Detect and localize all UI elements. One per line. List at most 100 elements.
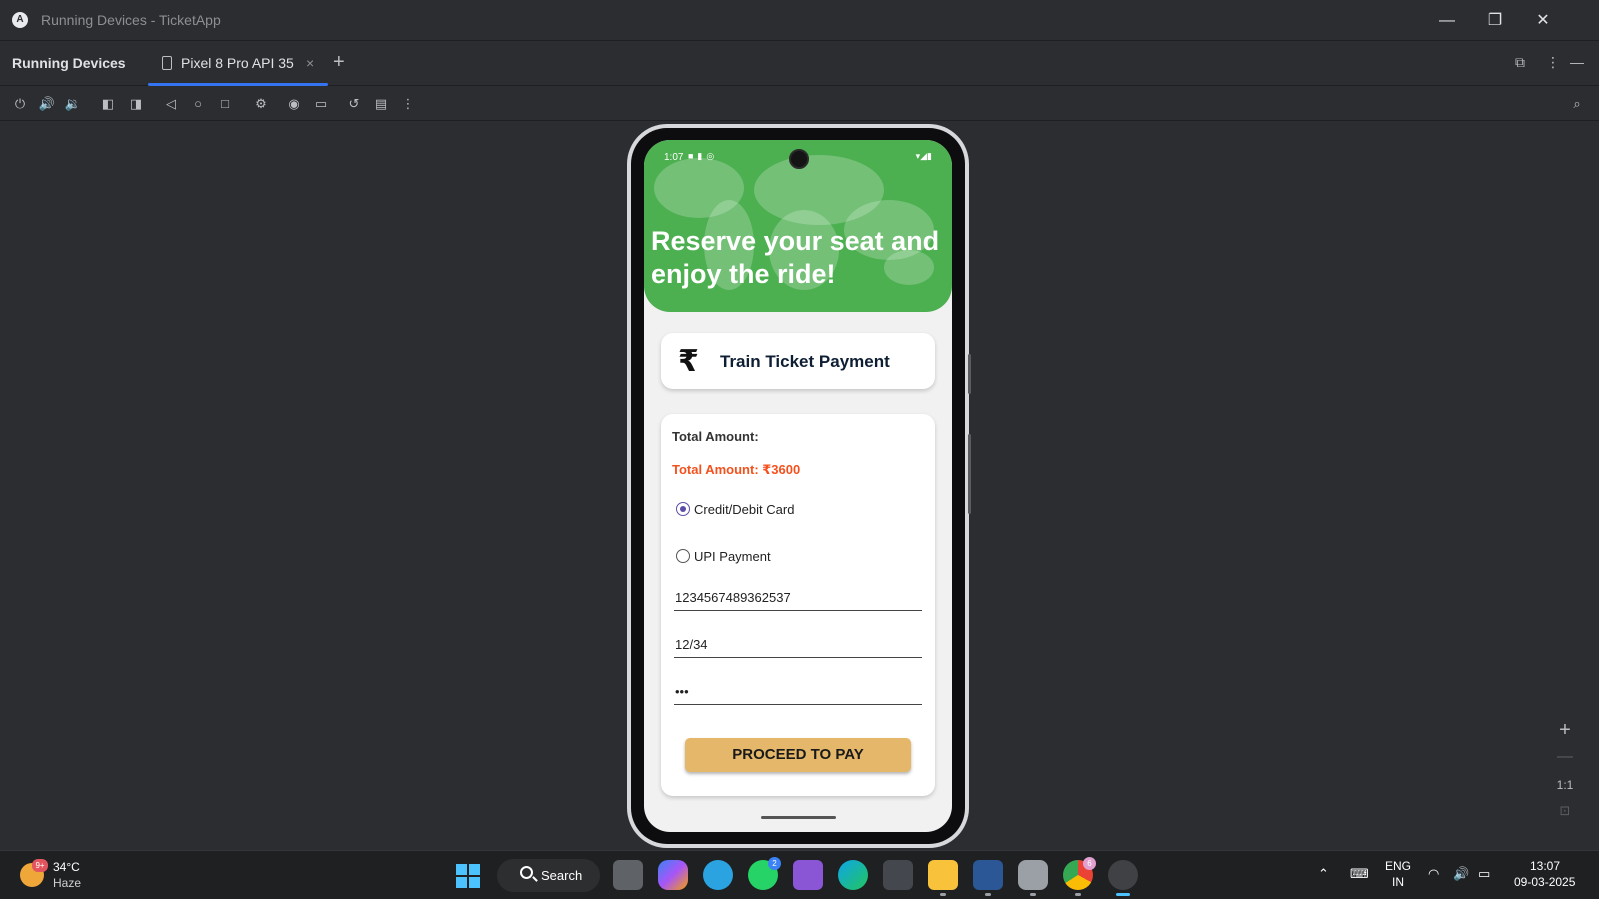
restore-panel-icon[interactable]: ⧉ xyxy=(1515,54,1525,71)
screen-record-icon[interactable]: ▭ xyxy=(311,94,331,114)
running-indicator xyxy=(1030,893,1036,896)
tab-bar: Running Devices Pixel 8 Pro API 35 × + ⧉… xyxy=(0,42,1599,86)
windows-taskbar: 9+ 34°C Haze Search 2 6 ⌃ ⌨ ENG IN ◠ 🔊 ▭… xyxy=(0,850,1599,899)
word-icon[interactable] xyxy=(973,860,1003,890)
hero-banner: 1:07 ■▮◎ ▾◢▮ Reserve your seat and enjoy… xyxy=(644,140,952,312)
cvv-field[interactable]: ••• xyxy=(674,681,922,705)
taskbar-search[interactable]: Search xyxy=(497,859,600,892)
minimize-button[interactable]: — xyxy=(1434,8,1460,34)
speaker-icon[interactable]: 🔊 xyxy=(1453,866,1469,882)
search-icon xyxy=(520,866,533,879)
rupee-icon: ₹ xyxy=(678,345,699,378)
layout-inspector-icon[interactable]: ⌕ xyxy=(1567,94,1587,114)
home-icon[interactable]: ○ xyxy=(188,94,208,114)
device-icon xyxy=(162,56,172,70)
radio-button[interactable] xyxy=(676,549,690,563)
close-tab-icon[interactable]: × xyxy=(306,55,314,71)
front-camera xyxy=(789,149,809,169)
hero-title: Reserve your seat and enjoy the ride! xyxy=(651,226,940,289)
power-side-button xyxy=(968,354,971,394)
weather-condition[interactable]: Haze xyxy=(53,876,81,890)
phone-screen[interactable]: 1:07 ■▮◎ ▾◢▮ Reserve your seat and enjoy… xyxy=(644,140,952,832)
radio-label: Credit/Debit Card xyxy=(694,502,795,517)
temperature[interactable]: 34°C xyxy=(53,860,80,874)
keyboard-icon[interactable]: ⌨ xyxy=(1350,866,1369,882)
options-icon[interactable]: ⋮ xyxy=(1546,54,1560,71)
back-icon[interactable]: ◁ xyxy=(161,94,181,114)
chevron-up-icon[interactable]: ⌃ xyxy=(1318,866,1329,882)
payment-title-card: ₹ Train Ticket Payment xyxy=(661,333,935,389)
overview-icon[interactable]: □ xyxy=(215,94,235,114)
hide-panel-icon[interactable]: — xyxy=(1570,54,1584,70)
chrome-badge: 6 xyxy=(1083,857,1096,870)
restore-button[interactable]: ❐ xyxy=(1482,8,1508,34)
radio-button-selected[interactable] xyxy=(676,502,690,516)
payment-title: Train Ticket Payment xyxy=(720,352,890,371)
whatsapp-badge: 2 xyxy=(768,857,781,870)
screenshot-icon[interactable]: ◉ xyxy=(284,94,304,114)
volume-side-button xyxy=(968,434,971,514)
clock-date[interactable]: 09-03-2025 xyxy=(1514,875,1575,889)
zoom-in-button[interactable]: + xyxy=(1552,719,1578,741)
volume-up-icon[interactable]: 🔊 xyxy=(37,94,57,114)
search-label: Search xyxy=(541,868,583,883)
phone-frame: 1:07 ■▮◎ ▾◢▮ Reserve your seat and enjoy… xyxy=(627,124,971,848)
battery-icon[interactable]: ▭ xyxy=(1478,866,1490,882)
rotate-right-icon[interactable]: ◨ xyxy=(126,94,146,114)
device-toolbar: ⏻ 🔊 🔉 ◧ ◨ ◁ ○ □ ⚙ ◉ ▭ ↺ ▤ ⋮ ⌕ xyxy=(0,87,1599,121)
android-studio-taskbar-icon[interactable] xyxy=(1108,860,1138,890)
title-bar: A Running Devices - TicketApp — ❐ ✕ xyxy=(0,0,1599,41)
close-window-button[interactable]: ✕ xyxy=(1530,8,1556,34)
terminal-icon[interactable] xyxy=(883,860,913,890)
file-explorer-icon[interactable] xyxy=(928,860,958,890)
database-icon[interactable] xyxy=(1018,860,1048,890)
gesture-home-bar[interactable] xyxy=(761,816,836,819)
card-number-field[interactable]: 1234567489362537 xyxy=(674,587,922,611)
radio-label: UPI Payment xyxy=(694,549,771,564)
more-icon[interactable]: ⋮ xyxy=(398,94,418,114)
signal-battery-icons: ▾◢▮ xyxy=(915,151,932,161)
android-studio-icon: A xyxy=(12,12,28,28)
device-settings-icon[interactable]: ⚙ xyxy=(251,94,271,114)
wifi-icon[interactable]: ◠ xyxy=(1428,866,1439,882)
weather-badge: 9+ xyxy=(32,859,48,872)
clock-time[interactable]: 13:07 xyxy=(1530,859,1560,873)
tab-label: Pixel 8 Pro API 35 xyxy=(181,55,294,71)
add-device-button[interactable]: + xyxy=(333,51,345,74)
reset-icon[interactable]: ↺ xyxy=(344,94,364,114)
status-time: 1:07 xyxy=(664,152,684,163)
cvv-value: ••• xyxy=(675,684,689,699)
active-tab-indicator xyxy=(148,83,328,86)
actual-size-button[interactable]: 1:1 xyxy=(1552,774,1578,796)
phone-bezel: 1:07 ■▮◎ ▾◢▮ Reserve your seat and enjoy… xyxy=(631,128,965,844)
region-indicator[interactable]: IN xyxy=(1392,875,1404,889)
language-indicator[interactable]: ENG xyxy=(1385,859,1411,873)
tab-pixel-8-pro[interactable]: Pixel 8 Pro API 35 × xyxy=(148,42,328,86)
expiry-value: 12/34 xyxy=(675,637,708,652)
panel-title: Running Devices xyxy=(12,55,126,71)
copilot-icon[interactable] xyxy=(658,860,688,890)
power-icon[interactable]: ⏻ xyxy=(10,94,30,114)
running-indicator xyxy=(940,893,946,896)
task-view-icon[interactable] xyxy=(613,860,643,890)
proceed-to-pay-button[interactable]: PROCEED TO PAY xyxy=(685,738,911,772)
volume-down-icon[interactable]: 🔉 xyxy=(63,94,83,114)
active-app-indicator xyxy=(1116,893,1130,896)
card-number-value: 1234567489362537 xyxy=(675,590,791,605)
payment-form-card: Total Amount: Total Amount: ₹3600 Credit… xyxy=(661,414,935,796)
expiry-field[interactable]: 12/34 xyxy=(674,634,922,658)
running-indicator xyxy=(1075,893,1081,896)
notification-icons: ■▮◎ xyxy=(688,151,719,161)
windows-start-icon[interactable] xyxy=(456,864,480,888)
fit-screen-icon[interactable]: ⊡ xyxy=(1552,800,1578,822)
zoom-out-button[interactable]: — xyxy=(1552,746,1578,768)
total-amount-label: Total Amount: xyxy=(672,429,759,444)
rotate-left-icon[interactable]: ◧ xyxy=(98,94,118,114)
visual-studio-icon[interactable] xyxy=(793,860,823,890)
snapshot-icon[interactable]: ▤ xyxy=(371,94,391,114)
running-indicator xyxy=(985,893,991,896)
edge-icon[interactable] xyxy=(838,860,868,890)
window-title: Running Devices - TicketApp xyxy=(41,12,221,28)
telegram-icon[interactable] xyxy=(703,860,733,890)
total-amount-value: Total Amount: ₹3600 xyxy=(672,462,801,477)
